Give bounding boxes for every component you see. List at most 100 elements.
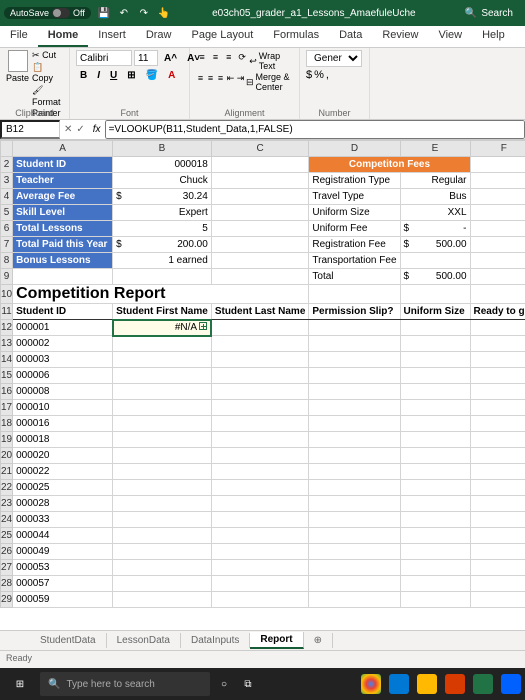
cell[interactable]: Total [309,269,400,285]
cell[interactable] [309,576,400,592]
tab-home[interactable]: Home [38,26,89,47]
cell[interactable]: Total Paid this Year [13,237,113,253]
cell[interactable] [309,320,400,336]
cell[interactable] [211,496,309,512]
cell[interactable] [400,560,470,576]
cell[interactable] [309,544,400,560]
cell[interactable]: Regular [400,173,470,189]
cell[interactable] [400,512,470,528]
wrap-text-button[interactable]: ↩ Wrap Text [249,51,293,71]
cell[interactable] [211,576,309,592]
underline-button[interactable]: U [106,68,121,83]
row-header[interactable]: 26 [1,544,13,560]
cell[interactable] [211,448,309,464]
cell[interactable] [113,496,212,512]
cell[interactable] [400,480,470,496]
currency-button[interactable]: $ [306,69,312,81]
cell[interactable] [211,320,309,336]
row-header[interactable]: 24 [1,512,13,528]
bold-button[interactable]: B [76,68,91,83]
cell[interactable] [400,544,470,560]
cell[interactable] [400,336,470,352]
font-color-button[interactable]: A [164,68,179,83]
percent-button[interactable]: % [314,69,324,81]
cell[interactable]: 000002 [13,336,113,352]
sheet-tab[interactable]: LessonData [107,633,181,648]
cell[interactable]: 000020 [13,448,113,464]
cell[interactable] [470,352,525,368]
cell[interactable] [211,560,309,576]
row-header[interactable]: 27 [1,560,13,576]
align-right-button[interactable]: ≡ [216,71,225,85]
enter-formula-button[interactable]: ✓ [76,124,84,135]
cell[interactable] [400,400,470,416]
autosave-toggle[interactable]: AutoSave Off [4,7,91,19]
cell[interactable] [470,432,525,448]
fx-icon[interactable]: fx [89,124,105,135]
cell[interactable]: Student First Name [113,304,212,320]
row-header[interactable]: 21 [1,464,13,480]
cell[interactable] [211,157,309,173]
cell[interactable] [309,352,400,368]
taskbar-search[interactable]: 🔍 Type here to search [40,672,210,696]
row-header[interactable]: 29 [1,592,13,608]
cell[interactable] [211,544,309,560]
row-header[interactable]: 3 [1,173,13,189]
row-header[interactable]: 14 [1,352,13,368]
cut-button[interactable]: ✂ Cut [32,50,63,62]
touch-icon[interactable]: 👆 [157,6,171,20]
cell[interactable] [309,560,400,576]
cell[interactable] [470,336,525,352]
orientation-button[interactable]: ⟳ [236,50,248,64]
start-button[interactable]: ⊞ [4,670,36,698]
cell[interactable]: XXL [400,205,470,221]
cell[interactable]: Chuck [113,173,212,189]
col-header[interactable]: C [211,141,309,157]
cell[interactable] [470,189,525,205]
cell[interactable] [470,368,525,384]
cell[interactable] [470,448,525,464]
cell[interactable] [400,432,470,448]
cell[interactable]: $500.00 [400,269,470,285]
cell[interactable] [113,448,212,464]
col-header[interactable]: E [400,141,470,157]
cell[interactable]: Bonus Lessons [13,253,113,269]
align-center-button[interactable]: ≡ [206,71,215,85]
row-header[interactable]: 16 [1,384,13,400]
cell[interactable]: 000016 [13,416,113,432]
cell[interactable] [211,173,309,189]
explorer-icon[interactable] [417,674,437,694]
edge-icon[interactable] [389,674,409,694]
cell[interactable]: 000033 [13,512,113,528]
cell[interactable]: 1 earned [113,253,212,269]
cell[interactable]: $30.24 [113,189,212,205]
row-header[interactable]: 20 [1,448,13,464]
cell[interactable] [400,528,470,544]
cell[interactable]: 000003 [13,352,113,368]
taskview-icon[interactable]: ⧉ [238,679,258,690]
cell[interactable] [470,157,525,173]
comma-button[interactable]: , [326,69,329,81]
search-box[interactable]: 🔍 Search [457,8,521,19]
row-header[interactable]: 25 [1,528,13,544]
undo-icon[interactable]: ↶ [117,6,131,20]
cell[interactable] [400,384,470,400]
cell[interactable] [309,432,400,448]
cell[interactable] [400,576,470,592]
cell[interactable] [470,480,525,496]
cell[interactable] [309,368,400,384]
cell[interactable] [470,320,525,336]
sheet-tab[interactable]: StudentData [30,633,107,648]
cell[interactable] [470,512,525,528]
cell[interactable] [309,416,400,432]
cell[interactable] [309,480,400,496]
row-header[interactable]: 7 [1,237,13,253]
cell[interactable] [113,560,212,576]
formula-bar[interactable] [105,120,525,139]
cell[interactable] [470,400,525,416]
cell[interactable] [470,416,525,432]
cell[interactable]: 000028 [13,496,113,512]
cell[interactable] [211,237,309,253]
font-size-select[interactable] [134,50,158,66]
cell[interactable] [309,336,400,352]
